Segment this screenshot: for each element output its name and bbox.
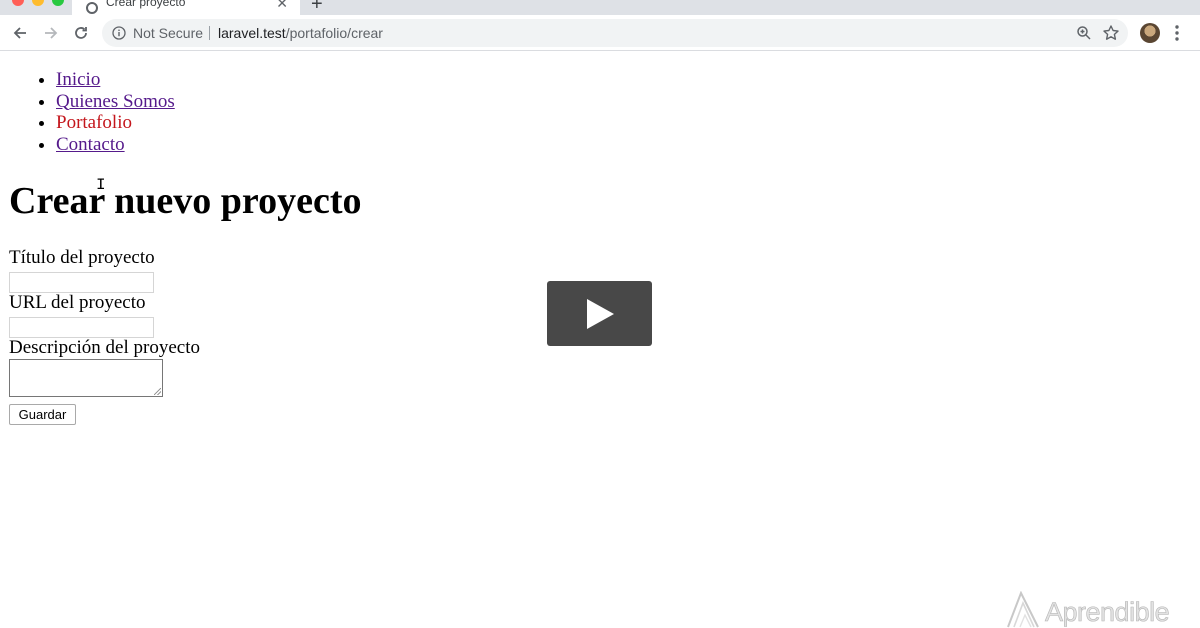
minimize-window-button[interactable]	[32, 0, 44, 6]
save-button[interactable]: Guardar	[9, 404, 76, 425]
watermark-text: Aprendible	[1045, 597, 1170, 628]
resize-grip-icon[interactable]	[154, 388, 161, 395]
play-button[interactable]	[547, 281, 652, 346]
address-bar[interactable]: Not Secure laravel.test/portafolio/crear	[102, 19, 1128, 47]
url-host: laravel.test	[218, 25, 286, 41]
title-input[interactable]	[9, 272, 154, 293]
globe-icon	[86, 2, 98, 14]
url-label: URL del proyecto	[9, 292, 146, 313]
nav-link-contacto[interactable]: Contacto	[56, 134, 125, 155]
tab-strip: Crear proyecto ✕ +	[0, 0, 1200, 15]
title-label: Título del proyecto	[9, 247, 155, 268]
browser-tab[interactable]: Crear proyecto ✕	[72, 0, 300, 15]
tab-title: Crear proyecto	[106, 0, 186, 9]
nav-item-portafolio: Portafolio	[56, 112, 175, 134]
text-cursor-icon: I	[96, 176, 106, 194]
forward-button[interactable]	[38, 20, 64, 46]
nav-item-quienes-somos: Quienes Somos	[56, 91, 175, 113]
url-path: /portafolio/crear	[285, 25, 383, 41]
nav-link-quienes-somos[interactable]: Quienes Somos	[56, 91, 175, 112]
zoom-icon[interactable]	[1076, 25, 1092, 41]
browser-toolbar: Not Secure laravel.test/portafolio/crear	[0, 15, 1200, 51]
url-input[interactable]	[9, 317, 154, 338]
close-tab-icon[interactable]: ✕	[276, 0, 288, 10]
play-icon	[586, 298, 614, 329]
maximize-window-button[interactable]	[52, 0, 64, 6]
reload-button[interactable]	[68, 20, 94, 46]
info-icon[interactable]	[112, 26, 126, 40]
aprendible-logo-icon	[1007, 591, 1039, 628]
bookmark-star-icon[interactable]	[1102, 24, 1120, 42]
reload-icon	[75, 27, 87, 39]
profile-avatar[interactable]	[1140, 23, 1160, 43]
new-tab-button[interactable]: +	[311, 0, 323, 14]
page-title: Crear nuevo proyecto	[9, 180, 362, 222]
arrow-left-icon	[13, 27, 26, 39]
arrow-right-icon	[45, 27, 58, 39]
nav-item-contacto: Contacto	[56, 134, 175, 156]
description-textarea[interactable]	[9, 359, 163, 397]
close-window-button[interactable]	[12, 0, 24, 6]
back-button[interactable]	[7, 20, 33, 46]
menu-kebab-icon[interactable]	[1170, 23, 1184, 43]
url-text[interactable]: laravel.test/portafolio/crear	[218, 25, 383, 41]
site-nav: Inicio Quienes Somos Portafolio Contacto	[56, 69, 175, 155]
description-label: Descripción del proyecto	[9, 337, 200, 358]
nav-link-portafolio[interactable]: Portafolio	[56, 112, 132, 133]
nav-link-inicio[interactable]: Inicio	[56, 69, 100, 90]
security-label[interactable]: Not Secure	[133, 25, 203, 41]
nav-item-inicio: Inicio	[56, 69, 175, 91]
watermark: Aprendible	[1005, 591, 1175, 628]
address-separator	[209, 26, 210, 40]
